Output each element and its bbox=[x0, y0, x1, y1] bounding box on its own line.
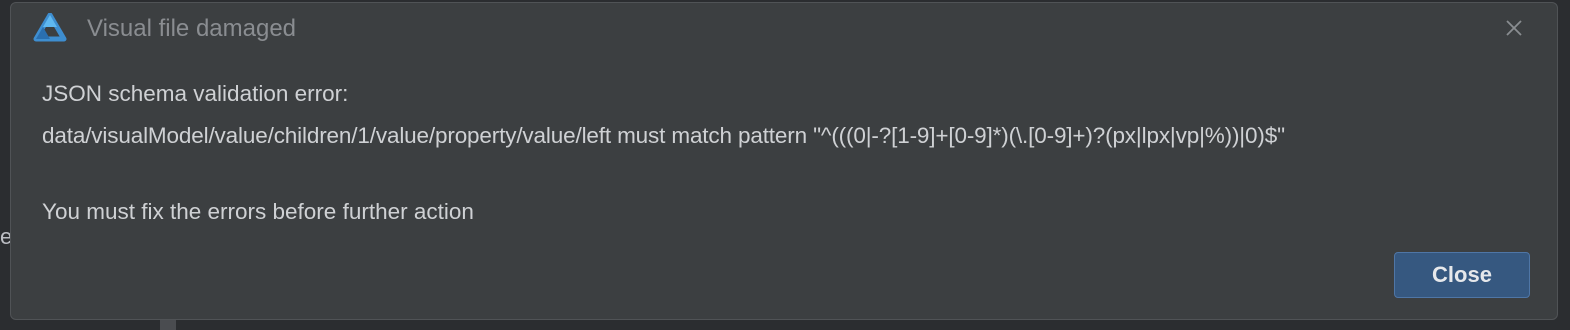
error-instruction: You must fix the errors before further a… bbox=[42, 199, 474, 224]
dialog-titlebar: Visual file damaged bbox=[11, 3, 1557, 53]
error-detail: data/visualModel/value/children/1/value/… bbox=[42, 123, 1285, 148]
error-heading: JSON schema validation error: bbox=[42, 81, 349, 106]
error-dialog: Visual file damaged JSON schema validati… bbox=[10, 2, 1558, 320]
app-logo-icon bbox=[33, 12, 67, 43]
close-icon[interactable] bbox=[1503, 17, 1525, 39]
dialog-title: Visual file damaged bbox=[87, 15, 297, 42]
close-button[interactable]: Close bbox=[1394, 252, 1530, 298]
